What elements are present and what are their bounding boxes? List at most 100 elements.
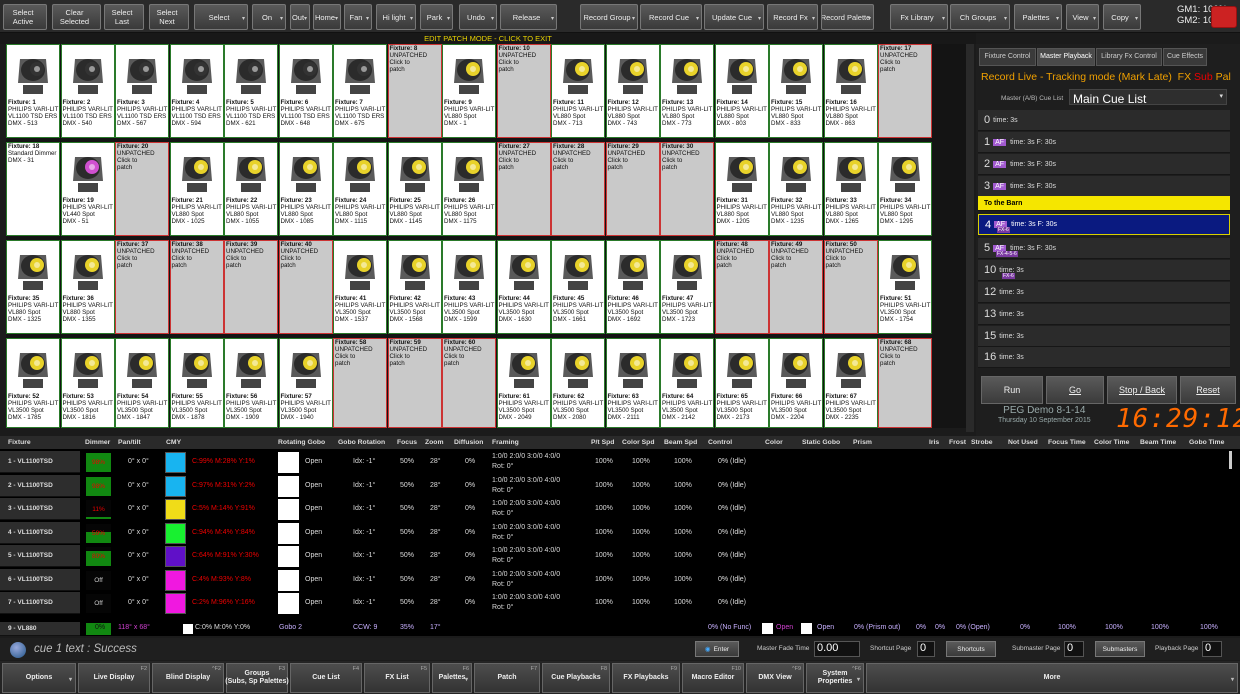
live-display-button[interactable]: Live Display F2 (78, 663, 150, 693)
clear-selected-button[interactable]: Clear Selected (52, 4, 101, 30)
fixture-tile[interactable]: Fixture: 22 PHILIPS VARI-LIT VL880 Spot DMX… (224, 142, 278, 236)
fixture-tile[interactable]: Fixture: 67 PHILIPS VARI-LIT VL3500 Spot DM… (823, 338, 878, 428)
fixture-tile[interactable]: Fixture: 57 PHILIPS VARI-LIT VL3500 Spot DM… (278, 338, 333, 428)
dmx-view-button[interactable]: DMX View ^F9 (746, 663, 804, 693)
fixture-tile[interactable]: Fixture: 31 PHILIPS VARI-LIT VL880 Spot DMX… (714, 142, 769, 236)
home-button[interactable]: Home ▾ (313, 4, 341, 30)
fixture-tile-unpatched[interactable]: Fixture: 28 UNPATCHED Click to patch (551, 142, 605, 236)
copy-button[interactable]: Copy ▾ (1103, 4, 1141, 30)
cue-row[interactable]: 3 AF time: 3s F: 30s (978, 176, 1230, 197)
options-button[interactable]: Options ▾ (2, 663, 76, 693)
table-row[interactable]: 3 - VL1100TSD 11% 0° x 0° C:5% M:14% Y:91% O… (0, 498, 1240, 521)
table-scrollbar[interactable] (1229, 451, 1232, 469)
system-button[interactable]: System Properties ^F6 ▾ (806, 663, 864, 693)
select-button[interactable]: Select ▾ (194, 4, 248, 30)
undo-button[interactable]: Undo ▾ (459, 4, 497, 30)
column-header[interactable]: Zoom (425, 439, 444, 446)
fixture-tile-unpatched[interactable]: Fixture: 20 UNPATCHED Click to patch (115, 142, 169, 236)
column-header[interactable]: Static Gobo (802, 439, 840, 446)
fixture-tile[interactable]: Fixture: 36 PHILIPS VARI-LIT VL880 Spot DMX… (60, 240, 115, 334)
fixture-tile[interactable]: Fixture: 53 PHILIPS VARI-LIT VL3500 Spot DM… (60, 338, 115, 428)
update-cue-button[interactable]: Update Cue ▾ (704, 4, 764, 30)
cue-row[interactable]: 4 AF time: 3s F: 30s FX-6 (978, 214, 1230, 235)
shortcut-page-input[interactable]: 0 (917, 641, 935, 657)
cue-row[interactable]: 15 time: 3s (978, 326, 1230, 347)
cue-row[interactable]: 0 time: 3s (978, 110, 1230, 131)
fixture-tile[interactable]: Fixture: 64 PHILIPS VARI-LIT VL3500 Spot DM… (660, 338, 714, 428)
column-header[interactable]: Gobo Rotation (338, 439, 385, 446)
fixture-tile-unpatched[interactable]: Fixture: 29 UNPATCHED Click to patch (605, 142, 660, 236)
app-orb-icon[interactable] (10, 642, 26, 658)
record-palette-button[interactable]: Record Palette ▾ (821, 4, 874, 30)
fixture-tile[interactable]: Fixture: 25 PHILIPS VARI-LIT VL880 Spot DMX… (387, 142, 442, 236)
column-header[interactable]: Focus Time (1048, 439, 1086, 446)
column-header[interactable]: Pan/tilt (118, 439, 141, 446)
fixture-tile[interactable]: Fixture: 45 PHILIPS VARI-LIT VL3500 Spot DM… (551, 240, 605, 334)
fixture-tile[interactable]: Fixture: 63 PHILIPS VARI-LIT VL3500 Spot DM… (605, 338, 660, 428)
column-header[interactable]: Beam Time (1140, 439, 1176, 446)
fixture-tile-unpatched[interactable]: Fixture: 49 UNPATCHED Click to patch (769, 240, 823, 334)
fixture-tile[interactable]: Fixture: 32 PHILIPS VARI-LIT VL880 Spot DMX… (769, 142, 823, 236)
hi-light-button[interactable]: Hi light ▾ (376, 4, 416, 30)
fx-playbacks-button[interactable]: FX Playbacks F9 (612, 663, 680, 693)
fixture-tile[interactable]: Fixture: 55 PHILIPS VARI-LIT VL3500 Spot DM… (169, 338, 224, 428)
fixture-tile[interactable]: Fixture: 7 PHILIPS VARI-LIT VL1100 TSD ERS… (333, 44, 387, 138)
column-header[interactable]: Color (765, 439, 783, 446)
fixture-tile[interactable]: Fixture: 51 PHILIPS VARI-LIT VL3500 Spot DM… (878, 240, 932, 334)
cue-row[interactable]: 10 time: 3s FX-6 (978, 260, 1230, 281)
cue-row[interactable]: 13 time: 3s (978, 304, 1230, 325)
fx-library-button[interactable]: Fx Library ▾ (890, 4, 948, 30)
fixture-tile[interactable]: Fixture: 21 PHILIPS VARI-LIT VL880 Spot DMX… (169, 142, 224, 236)
column-header[interactable]: Framing (492, 439, 519, 446)
submaster-page-input[interactable]: 0 (1064, 641, 1084, 657)
column-header[interactable]: Strobe (971, 439, 993, 446)
column-header[interactable]: P/t Spd (591, 439, 614, 446)
stop-back-button[interactable]: Stop / Back (1107, 376, 1177, 404)
fixture-tile[interactable]: Fixture: 18 Standard Dimmer DMX - 31 (6, 142, 60, 236)
table-row[interactable]: 9 - VL880 0% 118° x 68° C:0% M:0% Y:0% Gobo … (0, 622, 1240, 636)
column-header[interactable]: Color Time (1094, 439, 1129, 446)
fixture-tile[interactable]: Fixture: 16 PHILIPS VARI-LIT VL880 Spot DMX… (823, 44, 878, 138)
fixture-tile[interactable]: Fixture: 33 PHILIPS VARI-LIT VL880 Spot DMX… (823, 142, 878, 236)
table-row[interactable]: 1 - VL1100TSD 98% 0° x 0° C:99% M:28% Y:1% O… (0, 451, 1240, 474)
fixture-tile[interactable]: Fixture: 65 PHILIPS VARI-LIT VL3500 Spot DM… (714, 338, 769, 428)
fixture-tile[interactable]: Fixture: 52 PHILIPS VARI-LIT VL3500 Spot DM… (6, 338, 60, 428)
fixture-tile[interactable]: Fixture: 54 PHILIPS VARI-LIT VL3500 Spot DM… (115, 338, 169, 428)
fixture-tile-unpatched[interactable]: Fixture: 68 UNPATCHED Click to patch (878, 338, 932, 428)
go-button[interactable]: Go (1046, 376, 1104, 404)
view-button[interactable]: View ▾ (1066, 4, 1099, 30)
more-button[interactable]: More ▾ (866, 663, 1238, 693)
fixture-tile[interactable]: Fixture: 42 PHILIPS VARI-LIT VL3500 Spot DM… (387, 240, 442, 334)
fixture-tile-unpatched[interactable]: Fixture: 50 UNPATCHED Click to patch (823, 240, 878, 334)
column-header[interactable]: Focus (397, 439, 417, 446)
patch-button[interactable]: Patch F7 (474, 663, 540, 693)
fixture-tile-unpatched[interactable]: Fixture: 48 UNPATCHED Click to patch (714, 240, 769, 334)
enter-button[interactable]: ◉ Enter (695, 641, 739, 657)
tab-cue-effects[interactable]: Cue Effects (1163, 48, 1207, 66)
fixture-tile[interactable]: Fixture: 4 PHILIPS VARI-LIT VL1100 TSD ERS… (169, 44, 224, 138)
fixture-tile[interactable]: Fixture: 3 PHILIPS VARI-LIT VL1100 TSD ERS… (115, 44, 169, 138)
fixture-tile-unpatched[interactable]: Fixture: 38 UNPATCHED Click to patch (169, 240, 224, 334)
fixture-tile[interactable]: Fixture: 23 PHILIPS VARI-LIT VL880 Spot DMX… (278, 142, 333, 236)
fixture-tile[interactable]: Fixture: 46 PHILIPS VARI-LIT VL3500 Spot DM… (605, 240, 660, 334)
fixture-tile[interactable]: Fixture: 11 PHILIPS VARI-LIT VL880 Spot DMX… (551, 44, 605, 138)
reset-button[interactable]: Reset (1180, 376, 1236, 404)
column-header[interactable]: Color Spd (622, 439, 654, 446)
park-button[interactable]: Park ▾ (420, 4, 453, 30)
fixture-tile[interactable]: Fixture: 44 PHILIPS VARI-LIT VL3500 Spot DM… (496, 240, 551, 334)
fixture-tile[interactable]: Fixture: 2 PHILIPS VARI-LIT VL1100 TSD ERS… (60, 44, 115, 138)
record-group-button[interactable]: Record Group ▾ (580, 4, 638, 30)
release-button[interactable]: Release ▾ (500, 4, 557, 30)
cue-list-button[interactable]: Cue List F4 (290, 663, 362, 693)
cue-row[interactable]: To the Barn (978, 196, 1230, 211)
table-row[interactable]: 5 - VL1100TSD 80% 0° x 0° C:64% M:91% Y:30%… (0, 545, 1240, 568)
palettes-button[interactable]: Palettes ▾ (1014, 4, 1062, 30)
cue-row[interactable]: 2 AF time: 3s F: 30s (978, 154, 1230, 175)
fixture-tile[interactable]: Fixture: 19 PHILIPS VARI-LIT VL440 Spot DMX… (60, 142, 115, 236)
fixture-tile-unpatched[interactable]: Fixture: 27 UNPATCHED Click to patch (496, 142, 551, 236)
column-header[interactable]: CMY (166, 439, 181, 446)
fixture-tile[interactable]: Fixture: 14 PHILIPS VARI-LIT VL880 Spot DMX… (714, 44, 769, 138)
column-header[interactable]: Iris (929, 439, 939, 446)
cue-playbacks-button[interactable]: Cue Playbacks F8 (542, 663, 610, 693)
tab-fixture-control[interactable]: Fixture Control (979, 48, 1036, 66)
